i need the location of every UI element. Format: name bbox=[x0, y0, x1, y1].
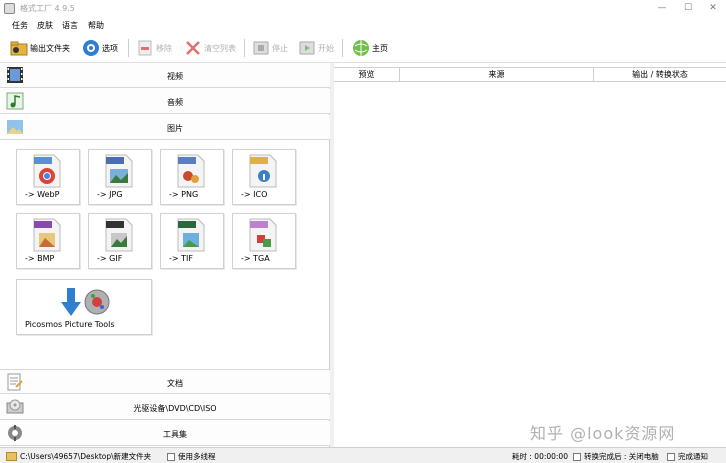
folder-icon bbox=[10, 41, 28, 56]
ico-file-icon bbox=[249, 154, 277, 188]
category-optical-drive[interactable]: 光驱设备\DVD\CD\ISO bbox=[0, 395, 330, 420]
home-globe-icon bbox=[353, 40, 369, 56]
elapsed-time: 耗时 : 00:00:00 bbox=[512, 452, 568, 461]
after-convert-checkbox[interactable]: 转换完成后 : 关闭电脑 bbox=[573, 451, 659, 462]
tif-file-icon bbox=[177, 218, 205, 252]
menu-bar: 任务 皮肤 语言 帮助 bbox=[0, 17, 726, 33]
notify-checkbox[interactable]: 完成通知 bbox=[667, 451, 708, 462]
column-source[interactable]: 来源 bbox=[400, 68, 594, 81]
gif-file-icon bbox=[105, 218, 133, 252]
clear-list-button[interactable]: 清空列表 bbox=[184, 38, 236, 58]
convert-bmp-tile[interactable]: -> BMP bbox=[16, 213, 80, 269]
convert-gif-tile[interactable]: -> GIF bbox=[88, 213, 152, 269]
category-video[interactable]: 视频 bbox=[0, 63, 330, 88]
picosmos-icon bbox=[61, 288, 110, 316]
picosmos-tools-tile[interactable]: Picosmos Picture Tools bbox=[16, 279, 152, 335]
column-preview[interactable]: 预览 bbox=[334, 68, 400, 81]
home-button[interactable]: 主页 bbox=[352, 38, 388, 58]
webp-file-icon bbox=[33, 154, 61, 188]
task-list-header: 预览 来源 输出 / 转换状态 bbox=[334, 67, 726, 82]
convert-webp-tile[interactable]: -> WebP bbox=[16, 149, 80, 205]
task-list-panel: 预览 来源 输出 / 转换状态 bbox=[334, 63, 726, 447]
column-output-status[interactable]: 输出 / 转换状态 bbox=[594, 68, 726, 81]
category-panel: 视频 音频 图片 -> WebP -> JPG -> PNG -> ICO ->… bbox=[0, 63, 330, 447]
window-title: 格式工厂 4.9.5 bbox=[20, 4, 75, 13]
app-icon bbox=[4, 3, 15, 14]
toolbar-separator bbox=[244, 39, 245, 57]
menu-help[interactable]: 帮助 bbox=[88, 20, 104, 31]
checkbox-icon bbox=[667, 452, 675, 461]
output-folder-button[interactable]: 输出文件夹 bbox=[10, 38, 70, 58]
category-document[interactable]: 文档 bbox=[0, 369, 330, 394]
toolbar-separator bbox=[342, 39, 343, 57]
maximize-button[interactable]: ☐ bbox=[680, 2, 696, 15]
menu-language[interactable]: 语言 bbox=[62, 20, 78, 31]
convert-tga-tile[interactable]: -> TGA bbox=[232, 213, 296, 269]
convert-ico-tile[interactable]: -> ICO bbox=[232, 149, 296, 205]
remove-icon bbox=[138, 40, 152, 56]
status-bar: C:\Users\49657\Desktop\新建文件夹 使用多线程 耗时 : … bbox=[0, 447, 726, 463]
minimize-button[interactable]: — bbox=[654, 2, 670, 15]
category-audio[interactable]: 音频 bbox=[0, 89, 330, 114]
checkbox-icon bbox=[167, 452, 175, 461]
stop-button[interactable]: 停止 bbox=[252, 38, 288, 58]
convert-png-tile[interactable]: -> PNG bbox=[160, 149, 224, 205]
png-file-icon bbox=[177, 154, 205, 188]
clear-icon bbox=[186, 41, 200, 55]
play-icon bbox=[299, 41, 315, 55]
options-button[interactable]: 选项 bbox=[82, 38, 118, 58]
bmp-file-icon bbox=[33, 218, 61, 252]
category-picture[interactable]: 图片 bbox=[0, 115, 330, 140]
close-button[interactable]: ✕ bbox=[705, 2, 721, 15]
menu-task[interactable]: 任务 bbox=[12, 20, 28, 31]
checkbox-icon bbox=[573, 452, 581, 461]
menu-skin[interactable]: 皮肤 bbox=[37, 20, 53, 31]
category-tools[interactable]: 工具集 bbox=[0, 421, 330, 446]
start-button[interactable]: 开始 bbox=[298, 38, 334, 58]
convert-jpg-tile[interactable]: -> JPG bbox=[88, 149, 152, 205]
options-icon bbox=[83, 40, 99, 56]
folder-icon bbox=[6, 452, 17, 461]
toolbar: 输出文件夹 选项 移除 清空列表 停止 开始 主页 bbox=[0, 33, 726, 63]
convert-tif-tile[interactable]: -> TIF bbox=[160, 213, 224, 269]
toolbar-separator bbox=[128, 39, 129, 57]
tga-file-icon bbox=[249, 218, 277, 252]
stop-icon bbox=[253, 41, 269, 55]
output-path[interactable]: C:\Users\49657\Desktop\新建文件夹 bbox=[6, 451, 151, 462]
remove-button[interactable]: 移除 bbox=[136, 38, 172, 58]
watermark: 知乎 @look资源网 bbox=[530, 424, 676, 443]
multithread-checkbox[interactable]: 使用多线程 bbox=[167, 451, 216, 462]
title-bar: 格式工厂 4.9.5 — ☐ ✕ bbox=[0, 0, 726, 17]
jpg-file-icon bbox=[105, 154, 133, 188]
